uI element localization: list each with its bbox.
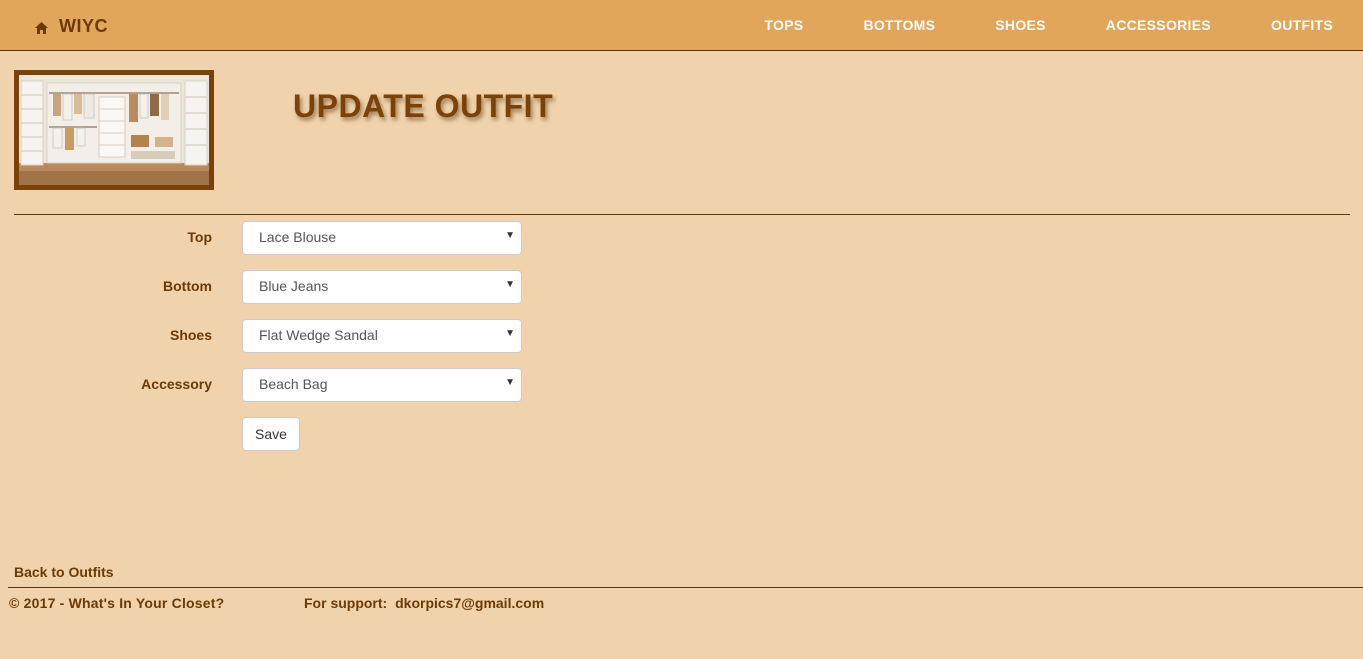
bottom-select[interactable]: Blue Jeans ▼ xyxy=(242,270,522,304)
page-title: UPDATE OUTFIT xyxy=(293,88,554,124)
footer-support: For support: dkorpics7@gmail.com xyxy=(304,595,544,611)
nav-outfits[interactable]: OUTFITS xyxy=(1241,0,1363,50)
nav-accessories[interactable]: ACCESSORIES xyxy=(1076,0,1241,50)
support-label: For support: xyxy=(304,595,388,611)
closet-image xyxy=(14,70,214,190)
brand-name: WIYC xyxy=(59,15,108,36)
save-button[interactable]: Save xyxy=(242,417,300,451)
chevron-down-icon: ▼ xyxy=(505,328,515,339)
bottom-select-value: Blue Jeans xyxy=(259,278,329,294)
header-divider xyxy=(14,214,1350,215)
nav-tops[interactable]: TOPS xyxy=(734,0,833,50)
accessory-label: Accessory xyxy=(141,376,212,392)
top-select[interactable]: Lace Blouse ▼ xyxy=(242,221,522,255)
shoes-select-value: Flat Wedge Sandal xyxy=(259,327,378,343)
brand-link[interactable]: WIYC xyxy=(34,14,108,38)
form-row-shoes: Shoes Flat Wedge Sandal ▼ xyxy=(0,319,560,353)
top-select-value: Lace Blouse xyxy=(259,229,337,245)
form-row-accessory: Accessory Beach Bag ▼ xyxy=(0,368,560,402)
chevron-down-icon: ▼ xyxy=(505,230,515,241)
nav-shoes[interactable]: SHOES xyxy=(965,0,1076,50)
nav-links: TOPS BOTTOMS SHOES ACCESSORIES OUTFITS xyxy=(734,0,1363,50)
support-email: dkorpics7@gmail.com xyxy=(395,595,545,611)
chevron-down-icon: ▼ xyxy=(505,279,515,290)
top-label: Top xyxy=(187,229,212,245)
chevron-down-icon: ▼ xyxy=(505,377,515,388)
accessory-select[interactable]: Beach Bag ▼ xyxy=(242,368,522,402)
bottom-label: Bottom xyxy=(163,278,212,294)
footer-divider xyxy=(8,587,1363,588)
top-navbar: WIYC TOPS BOTTOMS SHOES ACCESSORIES OUTF… xyxy=(0,0,1363,51)
form-row-top: Top Lace Blouse ▼ xyxy=(0,221,560,255)
accessory-select-value: Beach Bag xyxy=(259,376,328,392)
nav-bottoms[interactable]: BOTTOMS xyxy=(833,0,965,50)
home-icon xyxy=(34,19,49,34)
back-to-outfits-link[interactable]: Back to Outfits xyxy=(14,564,114,580)
form-row-bottom: Bottom Blue Jeans ▼ xyxy=(0,270,560,304)
shoes-label: Shoes xyxy=(169,327,212,343)
shoes-select[interactable]: Flat Wedge Sandal ▼ xyxy=(242,319,522,353)
footer-copyright: © 2017 - What's In Your Closet? xyxy=(9,595,225,611)
